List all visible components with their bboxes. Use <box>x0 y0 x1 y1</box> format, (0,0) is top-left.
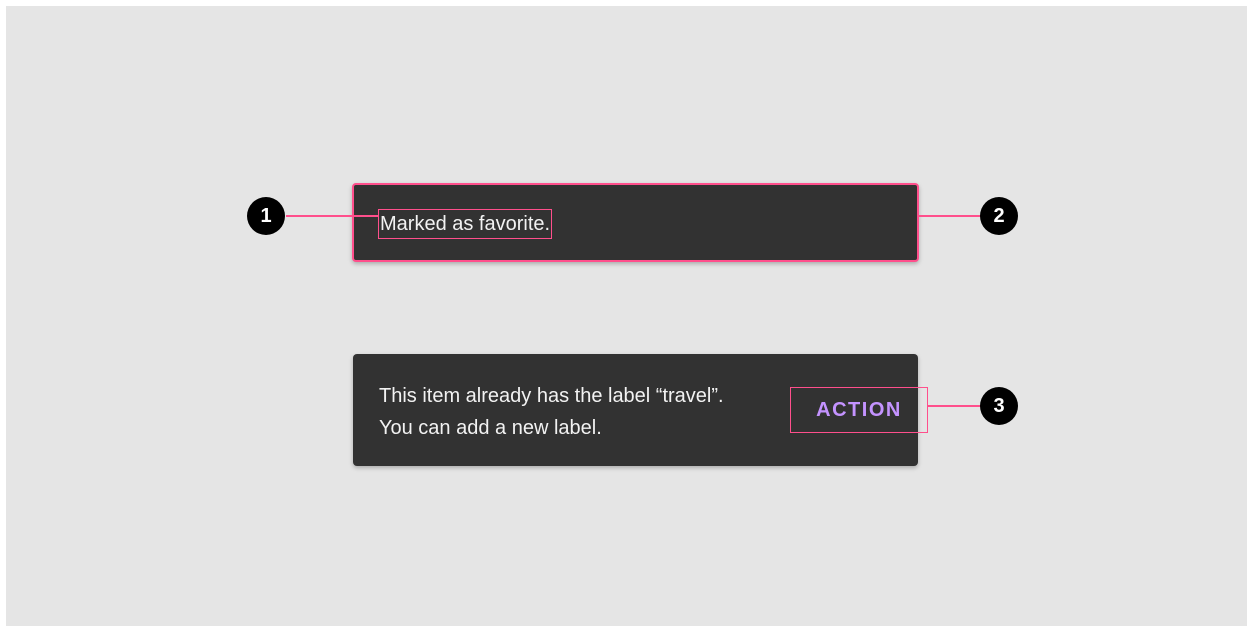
snackbar-message-multiline: This item already has the label “travel”… <box>379 385 724 439</box>
callout-leader-2 <box>919 215 985 217</box>
snackbar-action-button[interactable]: ACTION <box>790 387 928 433</box>
snackbar-single-line: Marked as favorite. <box>352 183 919 262</box>
snackbar-with-action: This item already has the label “travel”… <box>353 354 928 466</box>
canvas: Marked as favorite. This item already ha… <box>6 6 1247 626</box>
callout-leader-1 <box>286 215 378 217</box>
callout-marker-1: 1 <box>247 197 285 235</box>
callout-leader-3 <box>928 405 985 407</box>
snackbar-message: Marked as favorite. <box>378 209 553 239</box>
callout-marker-3: 3 <box>980 387 1018 425</box>
callout-marker-2: 2 <box>980 197 1018 235</box>
